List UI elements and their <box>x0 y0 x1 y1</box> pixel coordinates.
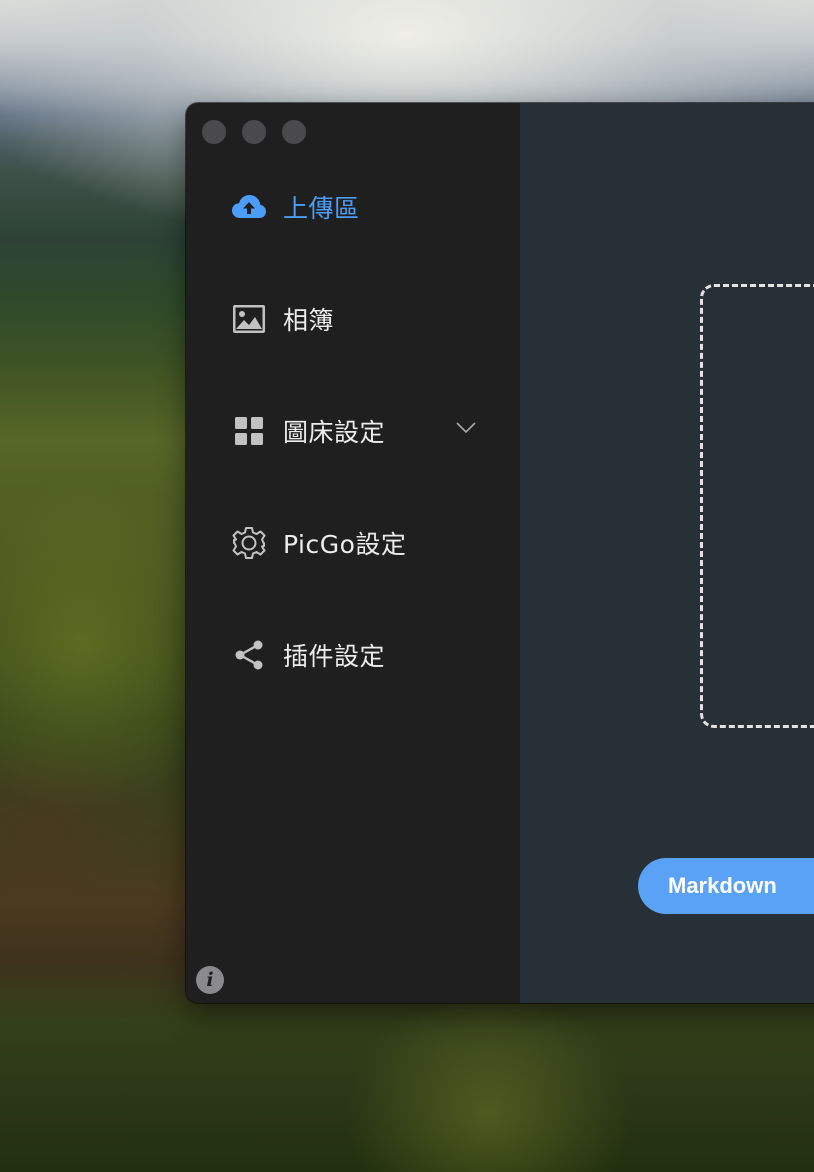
main-panel: Markdown <box>520 103 814 1003</box>
window-controls <box>202 120 306 144</box>
chevron-down-icon[interactable] <box>456 419 476 438</box>
sidebar: 上傳區 相簿 圖床設定 PicGo設定 插件設定 i <box>186 103 520 1003</box>
sidebar-item-label: 圖床設定 <box>283 418 386 447</box>
sidebar-item-label: 相簿 <box>283 306 335 335</box>
sidebar-item-gallery[interactable]: 相簿 <box>232 299 492 339</box>
sidebar-item-label: 插件設定 <box>283 642 386 671</box>
cloud-upload-icon <box>232 190 266 224</box>
gear-icon <box>232 526 266 560</box>
share-icon <box>232 638 266 672</box>
upload-dropzone[interactable] <box>700 284 814 728</box>
maximize-button[interactable] <box>282 120 306 144</box>
sidebar-item-picgo-settings[interactable]: PicGo設定 <box>232 523 492 563</box>
image-icon <box>232 302 266 336</box>
info-icon[interactable]: i <box>196 966 224 994</box>
sidebar-item-label: 上傳區 <box>283 194 360 223</box>
sidebar-item-label: PicGo設定 <box>283 530 407 559</box>
sidebar-item-image-host-settings[interactable]: 圖床設定 <box>232 411 492 451</box>
grid-icon <box>232 414 266 448</box>
sidebar-item-upload[interactable]: 上傳區 <box>232 187 492 227</box>
minimize-button[interactable] <box>242 120 266 144</box>
close-button[interactable] <box>202 120 226 144</box>
app-window: 上傳區 相簿 圖床設定 PicGo設定 插件設定 i Markdown <box>186 103 814 1003</box>
sidebar-item-plugin-settings[interactable]: 插件設定 <box>232 635 492 675</box>
markdown-format-button[interactable]: Markdown <box>638 858 814 914</box>
